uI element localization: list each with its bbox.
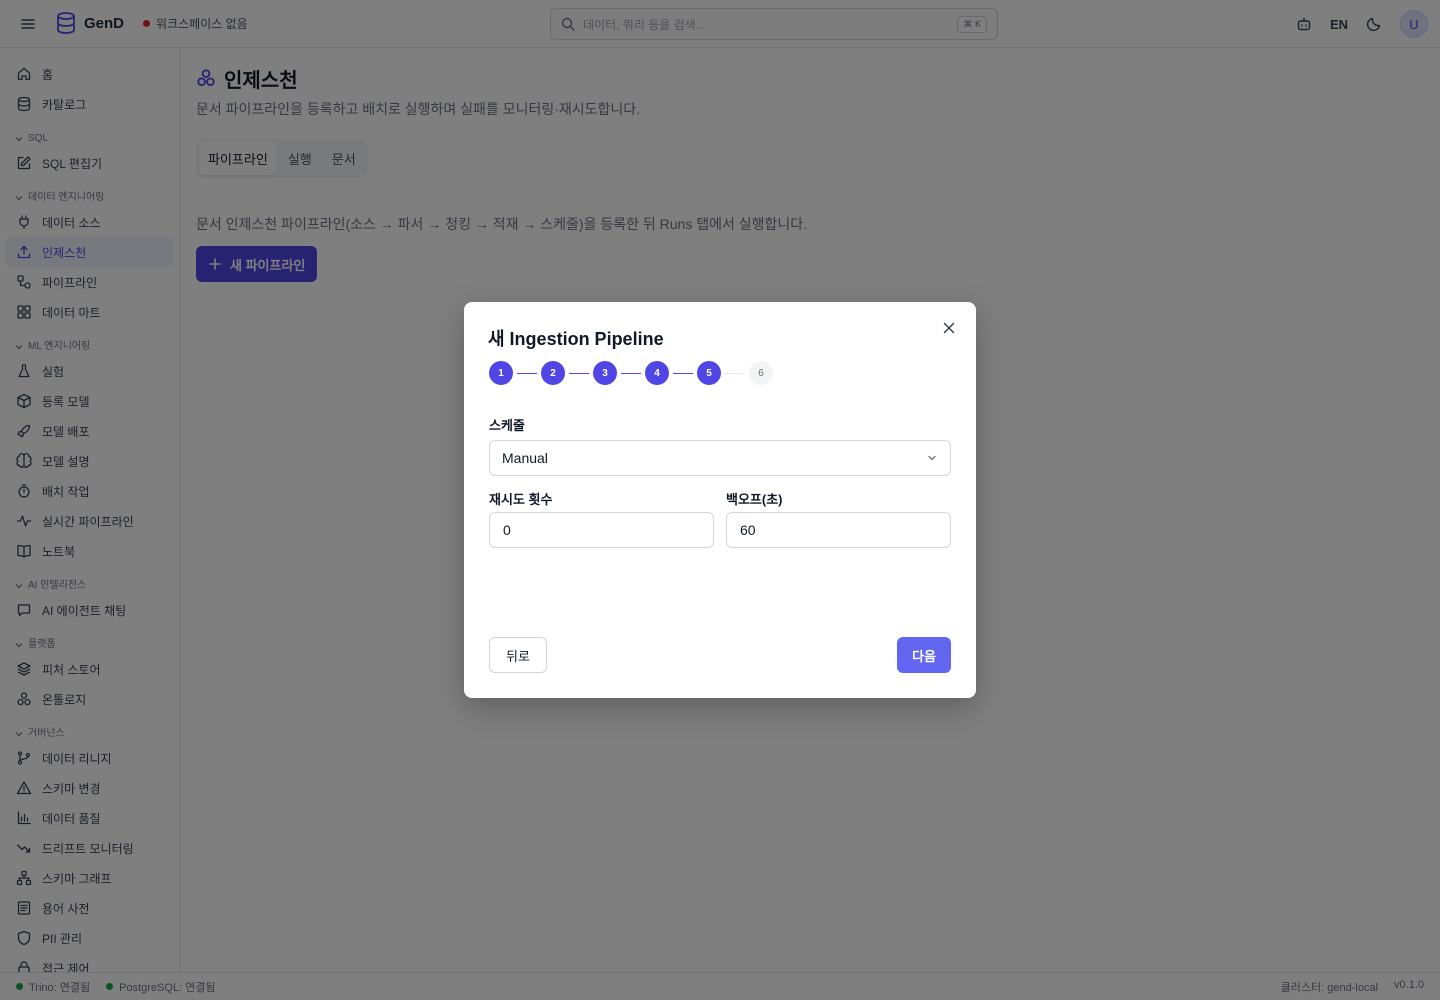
step-connector [673, 372, 693, 374]
backoff-input[interactable]: 60 [726, 512, 951, 548]
step-connector [569, 372, 589, 374]
new-pipeline-dialog: 새 Ingestion Pipeline 1 2 3 4 5 6 스케줄 Man… [464, 302, 976, 698]
next-button[interactable]: 다음 [897, 637, 951, 673]
back-button[interactable]: 뒤로 [489, 637, 547, 673]
step-connector [621, 372, 641, 374]
step-connector [725, 372, 745, 374]
step-indicator: 1 [489, 361, 513, 385]
step-indicator: 4 [645, 361, 669, 385]
dialog-title: 새 Ingestion Pipeline [488, 329, 664, 349]
step-indicator: 6 [749, 361, 773, 385]
step-indicator: 3 [593, 361, 617, 385]
retry-count-input[interactable]: 0 [489, 512, 714, 548]
close-icon[interactable] [940, 319, 958, 337]
retry-count-label: 재시도 횟수 [489, 492, 553, 507]
schedule-label: 스케줄 [489, 418, 525, 433]
step-indicator: 5 [697, 361, 721, 385]
schedule-select[interactable]: Manual [489, 440, 951, 476]
schedule-value: Manual [502, 450, 548, 466]
chevron-down-icon [928, 455, 936, 461]
step-connector [517, 372, 537, 374]
backoff-label: 백오프(초) [726, 492, 783, 507]
wizard-stepper: 1 2 3 4 5 6 [489, 361, 773, 385]
step-indicator: 2 [541, 361, 565, 385]
